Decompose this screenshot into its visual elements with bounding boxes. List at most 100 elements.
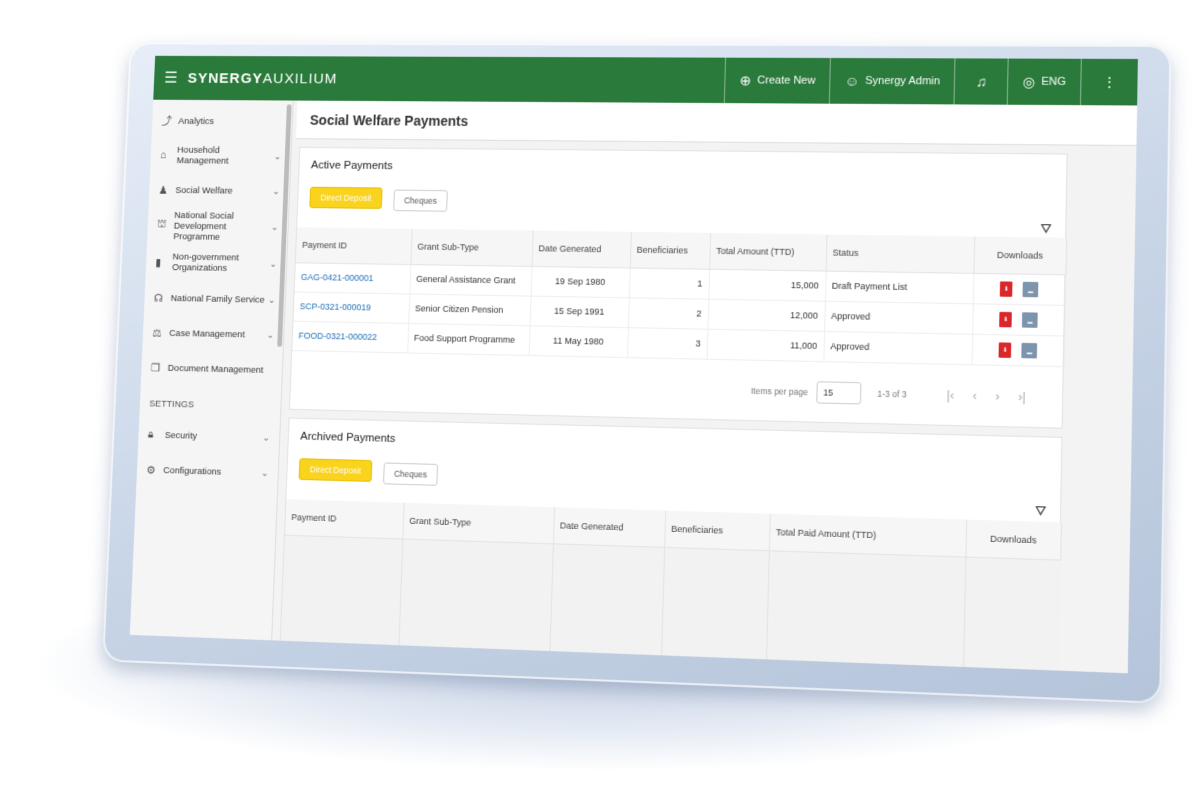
sidebar-item-label: National Social Development Programme	[173, 209, 234, 243]
plus-circle-icon: ⊕	[739, 72, 752, 88]
downloads-cell: ⬇ ▬	[971, 333, 1065, 367]
language-label: ENG	[1041, 75, 1067, 88]
total-amount: 12,000	[707, 298, 825, 331]
column-divider	[765, 551, 770, 661]
sidebar-item-label: Analytics	[178, 115, 215, 127]
kebab-icon: ⋮	[1102, 73, 1117, 90]
chevron-down-icon: ⌄	[272, 185, 280, 196]
status: Draft Payment List	[824, 270, 974, 304]
items-per-page-select[interactable]: 15	[815, 381, 862, 405]
ach-download-icon[interactable]: ▬	[1021, 342, 1038, 358]
home-icon: ⌂	[159, 149, 167, 162]
column-header[interactable]: Grant Sub-Type	[410, 228, 533, 266]
sidebar-item-label: Configurations	[163, 464, 222, 478]
column-divider	[549, 544, 554, 653]
direct-deposit-tab[interactable]: Direct Deposit	[309, 186, 383, 209]
payment-id-link[interactable]: SCP-0321-000019	[300, 301, 372, 312]
sidebar-item-configurations[interactable]: ⚙ Configurations ⌄	[136, 452, 278, 491]
pdf-download-icon[interactable]: ⬇	[999, 311, 1013, 327]
main-content: Social Welfare Payments Active Payments …	[275, 100, 1138, 674]
total-amount: 11,000	[706, 328, 825, 362]
column-header[interactable]: Beneficiaries	[664, 510, 770, 551]
create-new-button[interactable]: ⊕ Create New	[724, 57, 831, 104]
column-header[interactable]: Date Generated	[552, 507, 666, 547]
archived-filter-icon[interactable]: ⛛	[1035, 503, 1047, 520]
beneficiaries: 2	[627, 297, 709, 329]
date-generated: 11 May 1980	[528, 325, 628, 358]
column-header[interactable]: Total Amount (TTD)	[709, 232, 827, 271]
menu-icon[interactable]: ☰	[154, 68, 188, 87]
column-header[interactable]: Status	[825, 234, 975, 273]
notifications-button[interactable]: ♫	[953, 58, 1008, 105]
active-payments-title: Active Payments	[310, 159, 393, 173]
last-page-icon[interactable]: ›|	[1018, 390, 1026, 404]
user-menu[interactable]: ☺ Synergy Admin	[828, 57, 955, 105]
chevron-down-icon: ⌄	[270, 221, 279, 232]
sidebar-item-label: Case Management	[169, 327, 246, 340]
chevron-down-icon: ⌄	[266, 329, 275, 340]
sidebar-item-nsdp[interactable]: ⛫ National Social Development Programme …	[147, 207, 288, 246]
ach-download-icon[interactable]: ▬	[1022, 281, 1039, 297]
sidebar-item-family-service[interactable]: ☊ National Family Service ⌄	[144, 280, 286, 317]
sidebar-item-label: Household Management	[176, 144, 229, 167]
sidebar-item-label: Document Management	[167, 362, 264, 376]
payment-id-link[interactable]: FOOD-0321-000022	[298, 331, 377, 342]
archived-table-empty-body	[280, 535, 1062, 672]
pdf-download-icon[interactable]: ⬇	[998, 341, 1012, 358]
sidebar-item-social-welfare[interactable]: ♟ Social Welfare ⌄	[149, 172, 290, 208]
family-icon: ☊	[153, 292, 164, 305]
tablet-frame: ☰ SYNERGYAUXILIUM ⊕ Create New ☺ Synergy…	[102, 42, 1172, 704]
language-selector[interactable]: ◎ ENG	[1006, 58, 1081, 106]
sidebar-item-household[interactable]: ⌂ Household Management ⌄	[150, 138, 291, 174]
column-divider	[398, 539, 404, 647]
chevron-down-icon: ⌄	[269, 258, 277, 269]
previous-page-icon[interactable]: ‹	[972, 389, 976, 403]
building-icon: ▮	[155, 256, 162, 269]
archived-payments-card: Archived Payments Direct Deposit Cheques…	[279, 417, 1063, 672]
analytics-icon: ⤴	[161, 116, 173, 128]
more-options-button[interactable]: ⋮	[1079, 58, 1138, 106]
sidebar-item-document-management[interactable]: ❐ Document Management	[141, 350, 283, 388]
lock-icon: 🔒︎	[147, 428, 154, 441]
archived-direct-deposit-tab[interactable]: Direct Deposit	[298, 458, 373, 482]
ach-download-icon[interactable]: ▬	[1022, 311, 1039, 328]
beneficiaries: 3	[627, 327, 708, 359]
globe-icon: ◎	[1022, 73, 1036, 90]
column-header[interactable]: Date Generated	[531, 230, 631, 268]
date-generated: 15 Sep 1991	[529, 295, 629, 328]
sidebar-item-label: Social Welfare	[175, 184, 233, 196]
column-header[interactable]: Total Paid Amount (TTD)	[768, 513, 967, 557]
sidebar-item-analytics[interactable]: ⤴ Analytics	[152, 104, 293, 140]
archived-cheques-tab[interactable]: Cheques	[383, 462, 439, 486]
date-generated: 19 Sep 1980	[530, 265, 630, 298]
column-header[interactable]: Downloads	[965, 519, 1062, 560]
column-divider	[661, 547, 666, 657]
payment-id-link[interactable]: GAG-0421-000001	[301, 272, 374, 283]
cheques-tab[interactable]: Cheques	[393, 189, 448, 212]
documents-icon: ❐	[150, 362, 161, 374]
archived-payments-title: Archived Payments	[300, 430, 396, 445]
chevron-down-icon: ⌄	[267, 294, 276, 305]
sidebar-item-case-management[interactable]: ⚖ Case Management ⌄	[142, 315, 284, 353]
sidebar-item-ngo[interactable]: ▮ Non-government Organizations ⌄	[145, 244, 287, 283]
column-header[interactable]: Payment ID	[284, 499, 404, 539]
column-header[interactable]: Beneficiaries	[629, 231, 711, 269]
downloads-cell: ⬇ ▬	[972, 272, 1066, 305]
paginator: Items per page 15 1-3 of 3 |‹ ‹ › ›|	[751, 380, 1035, 409]
sidebar-item-label: Security	[164, 429, 198, 442]
sidebar: ⤴ Analytics ⌂ Household Management ⌄ ♟ S…	[129, 99, 294, 641]
beneficiaries: 1	[628, 267, 710, 299]
first-page-icon[interactable]: |‹	[947, 388, 955, 402]
next-page-icon[interactable]: ›	[995, 389, 999, 403]
column-header[interactable]: Downloads	[973, 236, 1067, 275]
column-header[interactable]: Payment ID	[295, 227, 412, 265]
sidebar-item-security[interactable]: 🔒︎ Security ⌄	[138, 417, 280, 456]
column-header[interactable]: Grant Sub-Type	[402, 502, 555, 544]
pdf-download-icon[interactable]: ⬇	[1000, 280, 1013, 297]
page-range: 1-3 of 3	[877, 388, 907, 400]
screen: ☰ SYNERGYAUXILIUM ⊕ Create New ☺ Synergy…	[129, 55, 1138, 674]
items-per-page-label: Items per page	[750, 385, 809, 398]
status: Approved	[823, 330, 973, 365]
chevron-down-icon: ⌄	[273, 151, 282, 161]
filter-icon[interactable]: ⛛	[1040, 221, 1052, 237]
